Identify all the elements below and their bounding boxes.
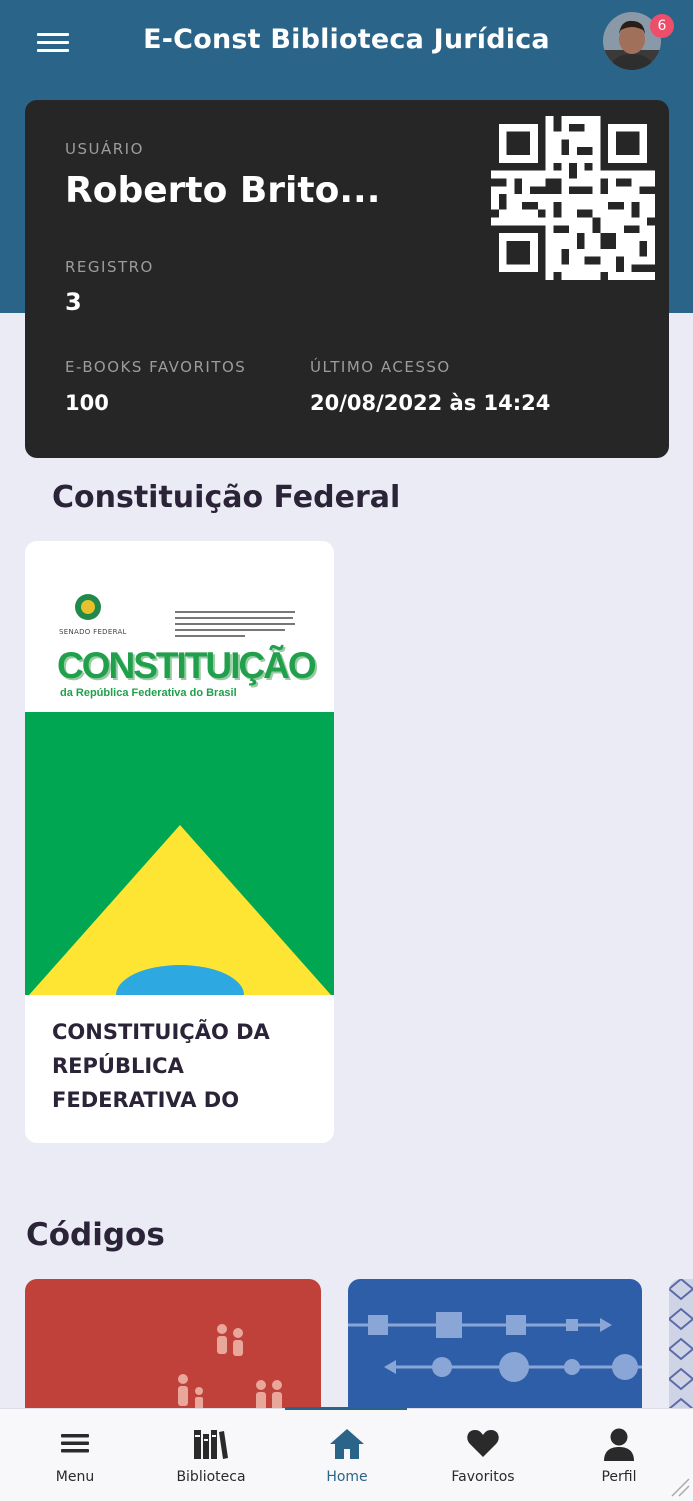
pattern-illustration [669, 1279, 693, 1414]
person-icon [604, 1428, 634, 1461]
home-icon [330, 1429, 364, 1459]
nav-item-perfil[interactable]: Perfil [550, 1409, 688, 1501]
section-title-constituicao: Constituição Federal [52, 480, 401, 515]
acesso-value: 20/08/2022 às 14:24 [310, 391, 551, 415]
app-title: E-Const Biblioteca Jurídica [143, 24, 550, 55]
nav-label-menu: Menu [55, 1469, 95, 1485]
book-title: CONSTITUIÇÃO DA REPÚBLICA FEDERATIVA DO [52, 1015, 312, 1117]
section-title-codigos: Códigos [26, 1217, 165, 1253]
acesso-label: ÚLTIMO ACESSO [310, 358, 451, 376]
books-icon [194, 1430, 228, 1459]
nav-label-perfil: Perfil [601, 1469, 637, 1485]
cover-publisher: SENADO FEDERAL [59, 628, 127, 636]
user-label: USUÁRIO [65, 140, 144, 158]
nav-item-favoritos[interactable]: Favoritos [414, 1409, 552, 1501]
code-card-process[interactable] [348, 1279, 642, 1414]
user-card: USUÁRIO Roberto Brito... REGISTRO 3 E-BO… [25, 100, 669, 458]
cover-title: CONSTITUIÇÃO [57, 645, 317, 686]
process-illustration [348, 1312, 642, 1382]
menu-icon [61, 1434, 89, 1453]
nav-label-biblioteca: Biblioteca [176, 1469, 246, 1485]
book-cover: SENADO FEDERAL CONSTITUIÇÃO da República… [25, 577, 334, 995]
bottom-navigation: Menu Biblioteca Home Favoritos Perfil [0, 1407, 693, 1501]
book-title-line: CONSTITUIÇÃO DA [52, 1020, 270, 1044]
favoritos-value: 100 [65, 391, 109, 415]
code-card-partial-right[interactable] [669, 1279, 693, 1414]
nav-item-home[interactable]: Home [278, 1409, 416, 1501]
favoritos-label: E-BOOKS FAVORITOS [65, 358, 247, 376]
nav-item-biblioteca[interactable]: Biblioteca [142, 1409, 280, 1501]
book-title-line: REPÚBLICA [52, 1054, 184, 1078]
notification-badge[interactable]: 6 [650, 14, 674, 38]
top-app-bar: E-Const Biblioteca Jurídica 6 [0, 0, 693, 86]
user-name: Roberto Brito... [65, 170, 381, 211]
registro-label: REGISTRO [65, 258, 154, 276]
book-card-constituicao[interactable]: SENADO FEDERAL CONSTITUIÇÃO da República… [25, 541, 334, 1143]
registro-value: 3 [65, 288, 82, 316]
code-card-family[interactable] [25, 1279, 321, 1414]
family-illustration [178, 1324, 282, 1410]
nav-label-favoritos: Favoritos [451, 1469, 515, 1485]
resize-grip-icon [671, 1478, 690, 1497]
book-title-line: FEDERATIVA DO [52, 1088, 240, 1112]
nav-label-home: Home [326, 1469, 368, 1485]
nav-item-menu[interactable]: Menu [6, 1409, 144, 1501]
cover-subtitle: da República Federativa do Brasil [60, 687, 237, 699]
heart-icon [467, 1430, 499, 1457]
qr-code-icon[interactable] [490, 116, 656, 280]
